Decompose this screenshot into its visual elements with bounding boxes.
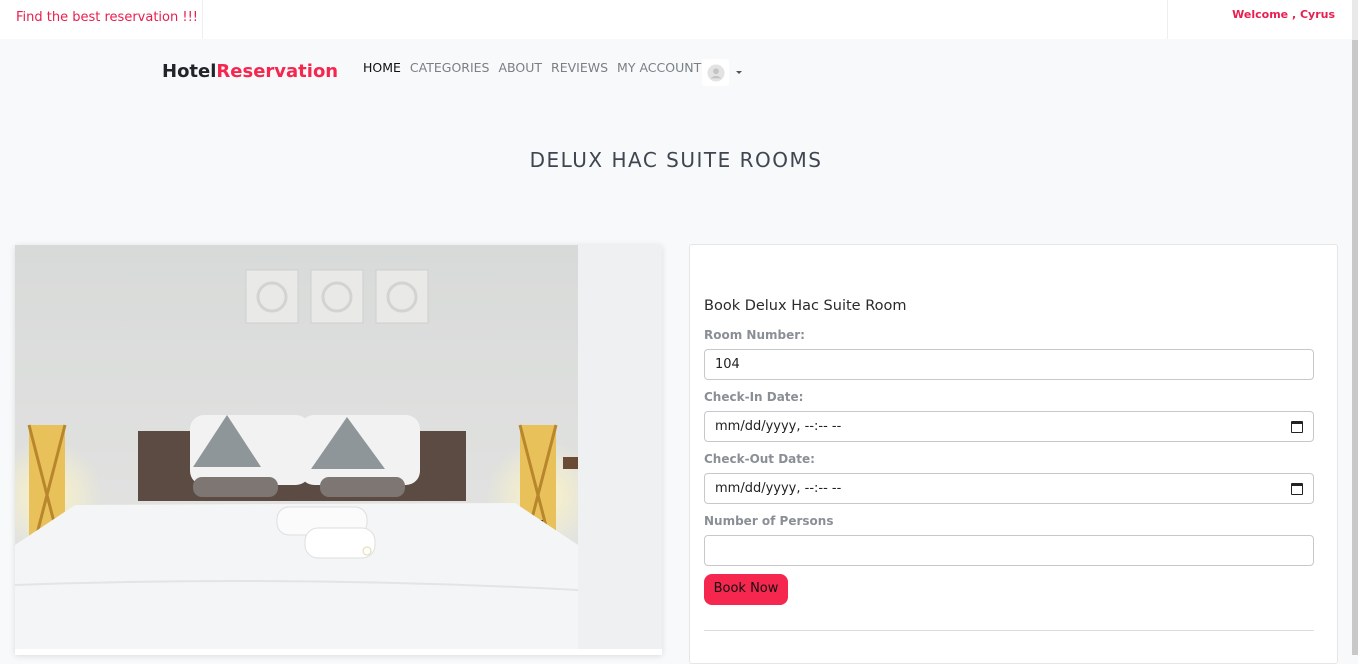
user-menu-dropdown[interactable] bbox=[702, 59, 742, 86]
navbar: HotelReservation HOME CATEGORIES ABOUT R… bbox=[0, 39, 1358, 105]
divider bbox=[704, 630, 1314, 631]
checkout-date-input[interactable]: mm/dd/yyyy, --:-- -- bbox=[704, 473, 1314, 504]
checkin-date-label: Check-In Date: bbox=[704, 390, 804, 404]
welcome-message: Welcome , Cyrus Mwendwa bbox=[1167, 0, 1358, 50]
nav-categories[interactable]: CATEGORIES bbox=[410, 60, 490, 75]
page-title: DELUX HAC SUITE ROOMS bbox=[529, 148, 823, 172]
page-scrollbar[interactable] bbox=[1352, 0, 1358, 655]
chevron-down-icon[interactable] bbox=[736, 71, 742, 74]
scrollbar-thumb[interactable] bbox=[1352, 40, 1358, 655]
calendar-icon[interactable] bbox=[1291, 482, 1303, 495]
persons-label: Number of Persons bbox=[704, 514, 834, 528]
booking-form-card: Book Delux Hac Suite Room Room Number: 1… bbox=[689, 244, 1338, 664]
checkin-date-placeholder: mm/dd/yyyy, --:-- -- bbox=[715, 419, 842, 434]
brand-name-accent: Reservation bbox=[216, 61, 339, 82]
top-bar: Find the best reservation !!! Welcome , … bbox=[0, 0, 1358, 50]
book-now-button[interactable]: Book Now bbox=[704, 574, 788, 605]
tagline: Find the best reservation !!! bbox=[0, 0, 203, 39]
room-image-card bbox=[15, 245, 662, 655]
calendar-icon[interactable] bbox=[1291, 420, 1303, 433]
nav-about[interactable]: ABOUT bbox=[499, 60, 543, 75]
booking-form-title: Book Delux Hac Suite Room bbox=[704, 298, 907, 314]
brand-name: Hotel bbox=[162, 61, 217, 82]
checkout-date-placeholder: mm/dd/yyyy, --:-- -- bbox=[715, 481, 842, 496]
checkin-date-input[interactable]: mm/dd/yyyy, --:-- -- bbox=[704, 411, 1314, 442]
nav-reviews[interactable]: REVIEWS bbox=[551, 60, 608, 75]
persons-input[interactable] bbox=[704, 535, 1314, 566]
checkout-date-label: Check-Out Date: bbox=[704, 452, 815, 466]
room-number-label: Room Number: bbox=[704, 328, 805, 342]
user-avatar-icon[interactable] bbox=[702, 59, 729, 86]
room-photo bbox=[15, 245, 578, 649]
image-caption-bar bbox=[15, 649, 662, 655]
nav-my-account[interactable]: MY ACCOUNT bbox=[617, 60, 701, 75]
brand-logo[interactable]: HotelReservation bbox=[162, 61, 338, 82]
main-nav: HOME CATEGORIES ABOUT REVIEWS MY ACCOUNT bbox=[363, 60, 701, 75]
room-number-input[interactable]: 104 bbox=[704, 349, 1314, 380]
nav-home[interactable]: HOME bbox=[363, 60, 401, 75]
